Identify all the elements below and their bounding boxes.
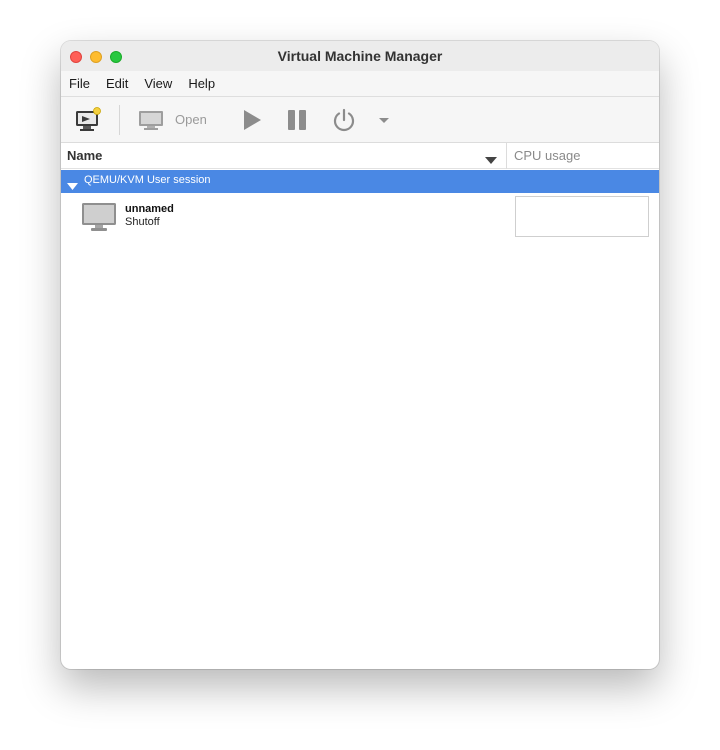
sort-arrow-icon[interactable] xyxy=(485,152,497,170)
vm-monitor-icon xyxy=(81,202,117,237)
run-button[interactable] xyxy=(237,107,265,133)
column-header: Name CPU usage xyxy=(61,143,659,169)
column-divider[interactable] xyxy=(506,143,507,169)
toolbar: Open xyxy=(61,97,659,143)
play-icon xyxy=(244,110,261,130)
connection-label: QEMU/KVM User session xyxy=(84,174,211,186)
shutdown-button[interactable] xyxy=(330,107,358,133)
new-vm-button[interactable] xyxy=(73,105,103,135)
menu-edit[interactable]: Edit xyxy=(106,76,128,91)
connection-group-row[interactable]: QEMU/KVM User session xyxy=(61,170,659,193)
cpu-usage-column-header[interactable]: CPU usage xyxy=(514,148,580,163)
toolbar-separator xyxy=(119,105,120,135)
cpu-usage-graph xyxy=(515,196,649,237)
vm-list-item[interactable]: unnamed Shutoff xyxy=(61,194,659,238)
app-window: Virtual Machine Manager File Edit View H… xyxy=(61,41,659,669)
title-bar[interactable]: Virtual Machine Manager xyxy=(61,41,659,71)
monitor-icon xyxy=(139,111,163,130)
pause-button[interactable] xyxy=(283,107,311,133)
vm-status: Shutoff xyxy=(125,216,160,228)
open-button[interactable] xyxy=(135,105,167,135)
menu-bar: File Edit View Help xyxy=(61,71,659,97)
power-icon xyxy=(333,108,355,132)
open-label: Open xyxy=(175,112,207,127)
name-column-header[interactable]: Name xyxy=(67,148,102,163)
vm-name: unnamed xyxy=(125,203,174,215)
menu-file[interactable]: File xyxy=(69,76,90,91)
shutdown-menu-button[interactable] xyxy=(375,111,393,129)
new-vm-icon xyxy=(76,107,101,131)
dropdown-arrow-icon xyxy=(379,118,389,123)
menu-help[interactable]: Help xyxy=(188,76,215,91)
menu-view[interactable]: View xyxy=(144,76,172,91)
pause-icon xyxy=(288,110,306,130)
window-title: Virtual Machine Manager xyxy=(277,48,443,64)
